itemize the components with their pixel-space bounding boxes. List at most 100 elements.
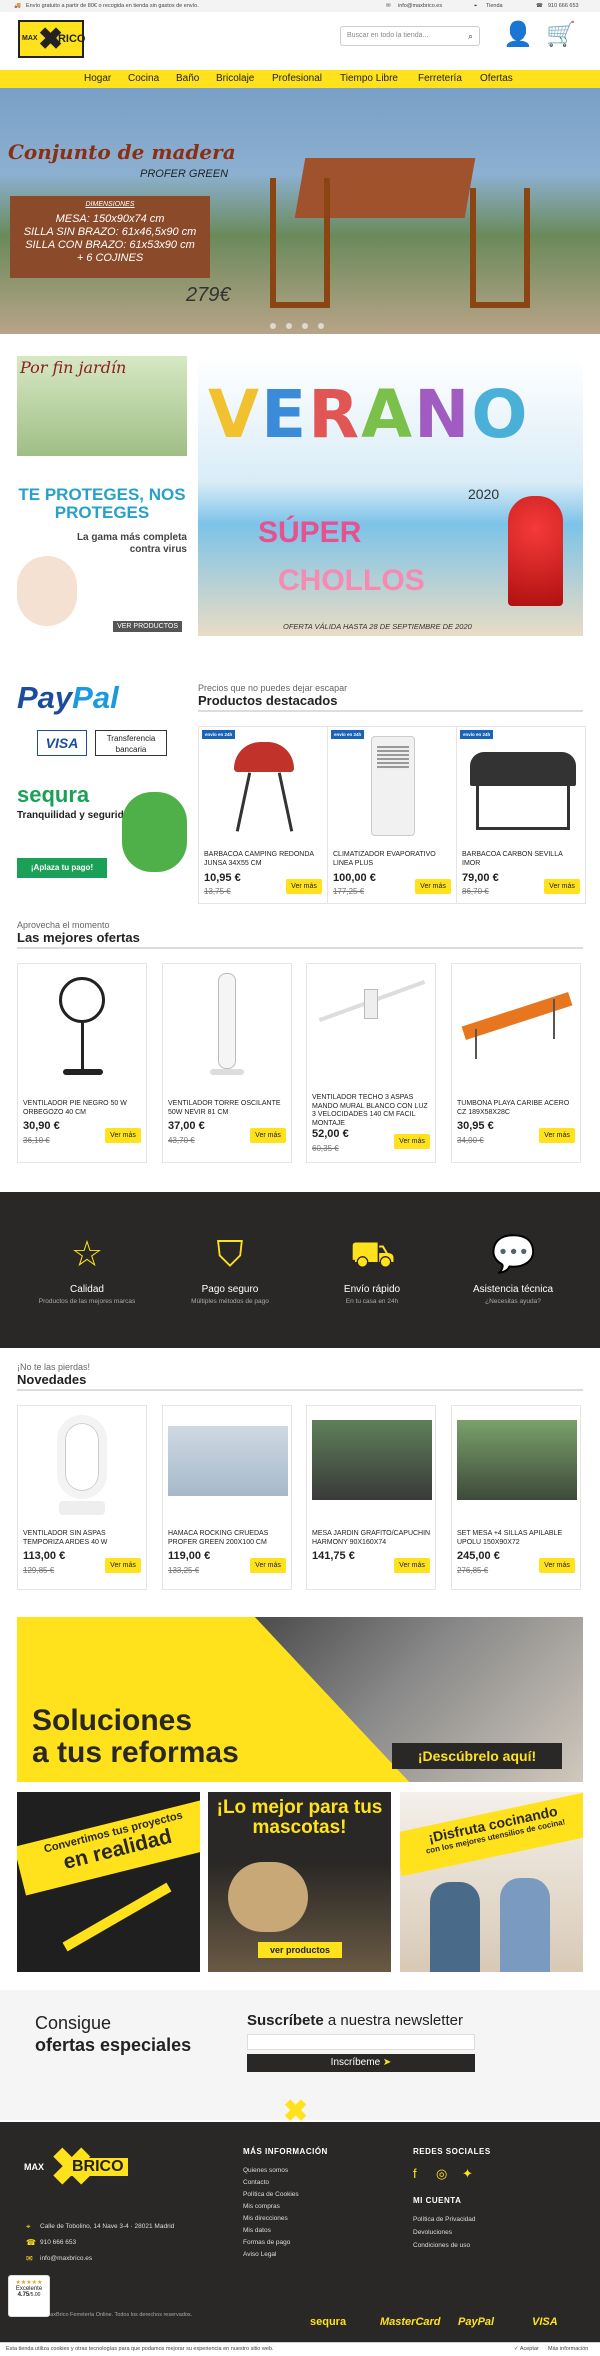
- product-name[interactable]: HAMACA ROCKING CRUEDAS PROFER GREEN 200X…: [168, 1530, 288, 1547]
- nav-item-tiempo-libre[interactable]: Tiempo Libre: [340, 73, 398, 84]
- section-title: Novedades: [17, 1372, 583, 1391]
- cookie-more-link[interactable]: Más información: [548, 2346, 588, 2352]
- view-more-button[interactable]: Ver más: [286, 879, 322, 894]
- facebook-icon[interactable]: f: [413, 2166, 417, 2181]
- product-card[interactable]: VENTILADOR PIE NEGRO 50 W ORBEGOZO 40 CM…: [17, 963, 147, 1163]
- view-more-button[interactable]: Ver más: [250, 1128, 286, 1143]
- view-products-button[interactable]: VER PRODUCTOS: [113, 621, 182, 632]
- user-icon[interactable]: 👤: [503, 20, 533, 49]
- product-name[interactable]: VENTILADOR PIE NEGRO 50 W ORBEGOZO 40 CM: [23, 1100, 143, 1117]
- cart-icon[interactable]: 🛒: [546, 20, 576, 49]
- footer-link[interactable]: Aviso Legal: [243, 2251, 277, 2258]
- projects-tile[interactable]: Convertimos tus proyectos en realidad: [17, 1792, 200, 1972]
- product-name[interactable]: BARBACOA CARBON SEVILLA IMOR: [462, 851, 582, 868]
- garden-banner[interactable]: Por fin jardín: [17, 356, 187, 456]
- product-name[interactable]: VENTILADOR TECHO 3 ASPAS MANDO MURAL BLA…: [312, 1094, 432, 1128]
- reforms-banner[interactable]: Soluciones a tus reformas ¡Descúbrelo aq…: [17, 1617, 583, 1782]
- nav-item-hogar[interactable]: Hogar: [84, 73, 111, 84]
- paypal-logo: PayPal: [17, 680, 187, 716]
- slider-dots[interactable]: [265, 316, 329, 334]
- cookie-accept-button[interactable]: ✓ Aceptar: [514, 2346, 539, 2352]
- sequra-button[interactable]: ¡Aplaza tu pago!: [17, 858, 107, 878]
- dimension-line: SILLA SIN BRAZO: 61x46,5x90 cm: [23, 226, 197, 238]
- product-card[interactable]: envío en 24h BARBACOA CARBON SEVILLA IMO…: [456, 726, 586, 904]
- footer-email[interactable]: info@maxbrico.es: [40, 2255, 92, 2262]
- sequra-banner[interactable]: sequra Tranquilidad y seguridad ¡Aplaza …: [17, 782, 187, 878]
- footer-link[interactable]: Quienes somos: [243, 2167, 288, 2174]
- logo-max-text: MAX: [24, 2162, 44, 2172]
- mail-icon: ✉: [386, 3, 391, 9]
- site-logo[interactable]: ✖ MAX BRICO: [18, 20, 85, 58]
- newsletter-offer-line: ofertas especiales: [35, 2035, 192, 2055]
- footer-link[interactable]: Condiciones de uso: [413, 2242, 470, 2249]
- footer-link[interactable]: Política de Cookies: [243, 2191, 299, 2198]
- slider-dot[interactable]: [270, 323, 276, 329]
- product-name[interactable]: VENTILADOR TORRE OSCILANTE 50W NEVIR 81 …: [168, 1100, 288, 1117]
- product-name[interactable]: SET MESA +4 SILLAS APILABLE UPOLU 150X90…: [457, 1530, 577, 1547]
- view-more-button[interactable]: Ver más: [394, 1134, 430, 1149]
- product-card[interactable]: VENTILADOR SIN ASPAS TEMPORIZA ARDES 40 …: [17, 1405, 147, 1590]
- product-card[interactable]: SET MESA +4 SILLAS APILABLE UPOLU 150X90…: [451, 1405, 581, 1590]
- footer-phone[interactable]: 910 666 653: [40, 2239, 76, 2246]
- view-more-button[interactable]: Ver más: [539, 1558, 575, 1573]
- product-name[interactable]: VENTILADOR SIN ASPAS TEMPORIZA ARDES 40 …: [23, 1530, 143, 1547]
- nav-item-ofertas[interactable]: Ofertas: [480, 73, 513, 84]
- footer-link[interactable]: Política de Privacidad: [413, 2216, 476, 2223]
- email-link[interactable]: info@maxbrico.es: [398, 3, 442, 9]
- newsletter-email-input[interactable]: [247, 2034, 475, 2050]
- store-link[interactable]: Tienda: [486, 3, 503, 9]
- product-old-price: 177,25 €: [333, 887, 365, 896]
- product-card[interactable]: TUMBONA PLAYA CARIBE ACERO CZ 189X58X28C…: [451, 963, 581, 1163]
- footer-link[interactable]: Contacto: [243, 2179, 269, 2186]
- product-card[interactable]: MESA JARDIN GRAFITO/CAPUCHIN HARMONY 90X…: [306, 1405, 436, 1590]
- pets-tile[interactable]: ¡Lo mejor para tus mascotas! ver product…: [208, 1792, 391, 1972]
- view-more-button[interactable]: Ver más: [105, 1558, 141, 1573]
- cooking-tile[interactable]: ¡Disfruta cocinando con los mejores uten…: [400, 1792, 583, 1972]
- instagram-icon[interactable]: ◎: [436, 2166, 447, 2182]
- view-products-button[interactable]: ver productos: [258, 1942, 342, 1958]
- summer-banner[interactable]: VERANO 2020 SÚPER CHOLLOS OFERTA VÁLIDA …: [198, 356, 583, 636]
- view-more-button[interactable]: Ver más: [544, 879, 580, 894]
- rating-widget[interactable]: ★★★★★ Excelente 4.75/5.00: [8, 2275, 50, 2317]
- product-name[interactable]: MESA JARDIN GRAFITO/CAPUCHIN HARMONY 90X…: [312, 1530, 432, 1547]
- view-more-button[interactable]: Ver más: [415, 879, 451, 894]
- view-more-button[interactable]: Ver más: [250, 1558, 286, 1573]
- bank-transfer-badge: Transferencia bancaria: [95, 730, 167, 756]
- subscribe-button[interactable]: Inscríbeme ➤: [247, 2054, 475, 2072]
- product-card[interactable]: HAMACA ROCKING CRUEDAS PROFER GREEN 200X…: [162, 1405, 292, 1590]
- footer-link[interactable]: Formas de pago: [243, 2239, 290, 2246]
- product-card[interactable]: VENTILADOR TORRE OSCILANTE 50W NEVIR 81 …: [162, 963, 292, 1163]
- product-name[interactable]: CLIMATIZADOR EVAPORATIVO LINEA PLUS: [333, 851, 453, 868]
- product-card[interactable]: VENTILADOR TECHO 3 ASPAS MANDO MURAL BLA…: [306, 963, 436, 1163]
- view-more-button[interactable]: Ver más: [539, 1128, 575, 1143]
- product-card[interactable]: envío en 24h BARBACOA CAMPING REDONDA JU…: [198, 726, 328, 904]
- hero-slider[interactable]: Conjunto de madera PROFER GREEN DIMENSIO…: [0, 88, 600, 334]
- nav-item-bano[interactable]: Baño: [176, 73, 199, 84]
- footer-address: Calle de Tobolino, 14 Nave 3-4 · 28021 M…: [40, 2223, 175, 2230]
- discover-button[interactable]: ¡Descúbrelo aquí!: [392, 1743, 562, 1769]
- footer-logo[interactable]: ✖ MAX BRICO: [20, 2139, 150, 2197]
- slider-dot[interactable]: [318, 323, 324, 329]
- footer-link[interactable]: Devoluciones: [413, 2229, 452, 2236]
- footer-link[interactable]: Mis datos: [243, 2227, 271, 2234]
- product-name[interactable]: TUMBONA PLAYA CARIBE ACERO CZ 189X58X28C: [457, 1100, 577, 1117]
- search-icon[interactable]: ⌕: [468, 31, 473, 42]
- promo-column[interactable]: Por fin jardín TE PROTEGES, NOS PROTEGES…: [17, 356, 187, 636]
- product-old-price: 60,35 €: [312, 1144, 339, 1153]
- product-price: 113,00 €: [23, 1550, 66, 1562]
- nav-item-profesional[interactable]: Profesional: [272, 73, 322, 84]
- phone-link[interactable]: 910 666 653: [548, 3, 579, 9]
- nav-item-bricolaje[interactable]: Bricolaje: [216, 73, 254, 84]
- view-more-button[interactable]: Ver más: [394, 1558, 430, 1573]
- slider-dot[interactable]: [302, 323, 308, 329]
- footer-link[interactable]: Mis direcciones: [243, 2215, 288, 2222]
- nav-item-cocina[interactable]: Cocina: [128, 73, 159, 84]
- product-card[interactable]: envío en 24h CLIMATIZADOR EVAPORATIVO LI…: [327, 726, 457, 904]
- footer-link[interactable]: Mis compras: [243, 2203, 280, 2210]
- product-name[interactable]: BARBACOA CAMPING REDONDA JUNSA 34X55 CM: [204, 851, 324, 868]
- twitter-icon[interactable]: ✦: [462, 2166, 473, 2182]
- nav-item-ferreteria[interactable]: Ferretería: [418, 73, 462, 84]
- view-more-button[interactable]: Ver más: [105, 1128, 141, 1143]
- search-input[interactable]: Buscar en todo la tienda... ⌕: [340, 26, 480, 46]
- slider-dot[interactable]: [286, 323, 292, 329]
